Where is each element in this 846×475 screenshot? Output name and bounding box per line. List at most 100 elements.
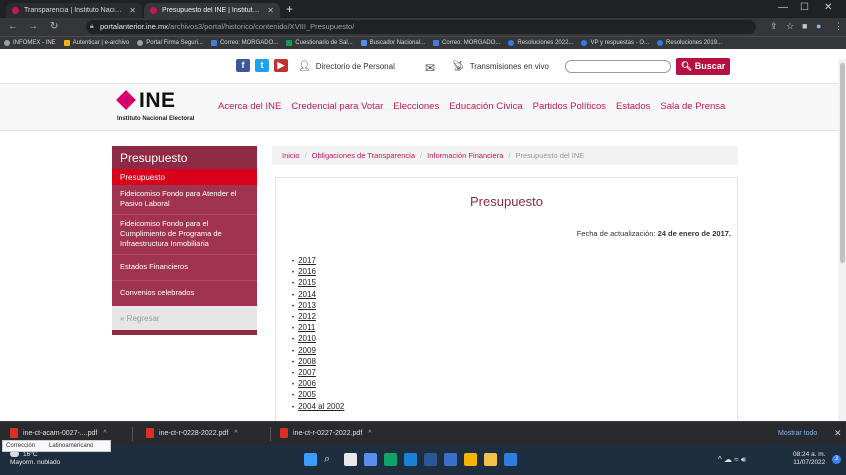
list-item: • 2013	[292, 300, 316, 310]
url-field[interactable]: 🔒︎ portalanterior.ine.mx/archivos3/porta…	[86, 20, 756, 34]
edge-icon[interactable]	[384, 453, 397, 466]
bookmark-item[interactable]: Cuestionario de Sal...	[286, 40, 353, 46]
transmisiones-link[interactable]: 📡︎ Transmisiones en vivo	[452, 61, 549, 72]
maximize-icon[interactable]: ☐	[800, 2, 809, 13]
buscador-icon	[360, 40, 367, 46]
nav-sala-prensa[interactable]: Sala de Prensa	[660, 101, 725, 112]
year-link[interactable]: 2015	[298, 278, 316, 287]
year-link[interactable]: 2016	[298, 267, 316, 276]
directorio-link[interactable]: 👤︎ Directorio de Personal	[298, 61, 395, 72]
year-link[interactable]: 2014	[298, 290, 316, 299]
sidebar-item-infraestructura[interactable]: Fideicomiso Fondo para el Cumplimiento d…	[112, 215, 257, 255]
list-item: • 2015	[292, 278, 316, 288]
facebook-icon[interactable]: f	[236, 59, 250, 72]
bookmark-star-icon[interactable]: ☆	[786, 21, 794, 32]
main-navigation: Acerca del INE Credencial para Votar Ele…	[218, 101, 735, 112]
reload-icon[interactable]: ↻	[50, 21, 58, 32]
sidebar-item-presupuesto[interactable]: Presupuesto	[112, 169, 257, 185]
share-icon[interactable]: ⇪	[770, 21, 778, 32]
year-link[interactable]: 2009	[298, 346, 316, 355]
bookmark-item[interactable]: VP y respuestas - O...	[581, 40, 649, 46]
year-link[interactable]: 2004 al 2002	[298, 402, 344, 411]
menu-kebab-icon[interactable]: ⋮	[834, 21, 843, 32]
chevron-up-icon[interactable]: ^	[368, 430, 371, 437]
bookmark-item[interactable]: Autenticar | e-archivo	[63, 40, 129, 46]
windows-start-icon[interactable]	[304, 453, 317, 466]
search-icon[interactable]: ⌕	[324, 453, 337, 466]
store-icon[interactable]	[504, 453, 517, 466]
bookmark-item[interactable]: Resoluciones 2019...	[657, 40, 722, 46]
new-tab-button[interactable]: +	[286, 2, 293, 16]
bookmark-item[interactable]: Resoluciones 2022...	[508, 40, 573, 46]
ine-logo[interactable]: INE Instituto Nacional Electoral	[116, 89, 209, 126]
list-item: • 2005	[292, 390, 316, 400]
chevron-up-icon[interactable]: ^	[103, 430, 106, 437]
file-explorer-icon[interactable]	[484, 453, 497, 466]
close-downloads-icon[interactable]: ✕	[834, 428, 842, 439]
year-link[interactable]: 2005	[298, 390, 316, 399]
site-search-input[interactable]	[565, 60, 671, 73]
back-link[interactable]: « Regresar	[112, 306, 257, 330]
chevron-up-icon[interactable]: ^	[234, 430, 237, 437]
list-item: • 2009	[292, 345, 316, 355]
year-link[interactable]: 2007	[298, 368, 316, 377]
sidepanel-icon[interactable]: ■	[802, 21, 807, 31]
tab-presupuesto[interactable]: Presupuesto del INE | Instituto N... ✕	[144, 3, 280, 18]
year-link[interactable]: 2017	[298, 256, 316, 265]
nav-elecciones[interactable]: Elecciones	[393, 101, 439, 112]
outlook-icon	[210, 40, 217, 46]
download-item[interactable]: ine-ct-acam-0027-....pdf ^	[10, 428, 107, 438]
year-link[interactable]: 2013	[298, 301, 316, 310]
nav-partidos[interactable]: Partidos Políticos	[533, 101, 606, 112]
back-icon[interactable]: ←	[8, 21, 18, 32]
zoom-icon[interactable]	[364, 453, 377, 466]
sidebar-item-convenios[interactable]: Convenios celebrados	[112, 281, 257, 306]
profile-icon[interactable]: ●	[816, 21, 821, 31]
outlook-icon[interactable]	[404, 453, 417, 466]
breadcrumb-inicio[interactable]: Inicio	[282, 151, 300, 160]
teams-icon[interactable]	[444, 453, 457, 466]
bookmark-item[interactable]: Portal Firma Seguri...	[137, 40, 203, 46]
tab-transparencia[interactable]: Transparencia | Instituto Nacional ✕	[6, 3, 142, 18]
bookmark-item[interactable]: Correo: MORGADO...	[433, 40, 500, 46]
system-tray[interactable]: ^ ☁ ≈ 🔊︎	[718, 455, 746, 465]
download-item[interactable]: ine-ct-r-0227-2022.pdf ^	[280, 428, 372, 438]
close-tab-icon[interactable]: ✕	[267, 6, 274, 15]
downloads-bar: ine-ct-acam-0027-....pdf ^ ine-ct-r-0228-…	[0, 421, 846, 445]
search-button[interactable]: 🔍︎ Buscar	[676, 58, 730, 75]
minimize-icon[interactable]: —	[778, 2, 788, 13]
globe-icon	[137, 40, 144, 46]
forward-icon[interactable]: →	[28, 21, 38, 32]
bookmark-item[interactable]: Buscador Nacional...	[360, 40, 425, 46]
download-item[interactable]: ine-ct-r-0228-2022.pdf ^	[146, 428, 238, 438]
year-link[interactable]: 2010	[298, 334, 316, 343]
breadcrumb-obligaciones[interactable]: Obligaciones de Transparencia	[312, 151, 415, 160]
nav-acerca[interactable]: Acerca del INE	[218, 101, 281, 112]
chrome-icon[interactable]	[464, 453, 477, 466]
year-link[interactable]: 2011	[298, 323, 315, 332]
nav-credencial[interactable]: Credencial para Votar	[291, 101, 383, 112]
nav-educacion-civica[interactable]: Educación Cívica	[449, 101, 522, 112]
twitter-icon[interactable]: t	[255, 59, 269, 72]
show-all-downloads-button[interactable]: Mostrar todo	[778, 430, 817, 437]
nav-estados[interactable]: Estados	[616, 101, 650, 112]
bookmark-item[interactable]: Correo: MORGADO...	[210, 40, 278, 46]
year-link[interactable]: 2006	[298, 379, 316, 388]
sidebar-item-estados-financieros[interactable]: Estados Financieros	[112, 255, 257, 281]
task-view-icon[interactable]	[344, 453, 357, 466]
close-window-icon[interactable]: ✕	[824, 2, 832, 13]
year-link[interactable]: 2008	[298, 357, 316, 366]
close-tab-icon[interactable]: ✕	[129, 6, 136, 15]
scrollbar-thumb[interactable]	[840, 63, 845, 263]
weather-widget[interactable]: 16°C Mayorm. nublado	[10, 451, 60, 467]
word-icon[interactable]	[424, 453, 437, 466]
sidebar-item-pasivo-laboral[interactable]: Fideicomiso Fondo para Atender el Pasivo…	[112, 185, 257, 215]
bookmark-item[interactable]: INFOMEX - INE	[4, 40, 56, 46]
date: 11/07/2022	[793, 459, 826, 466]
mail-icon[interactable]: ✉	[425, 61, 440, 75]
breadcrumb-informacion-financiera[interactable]: Información Financiera	[427, 151, 503, 160]
youtube-icon[interactable]: ▶	[274, 59, 288, 72]
clock[interactable]: 08:24 a. m. 11/07/2022	[793, 451, 826, 467]
notification-badge[interactable]: 3	[832, 455, 841, 464]
year-link[interactable]: 2012	[298, 312, 316, 321]
